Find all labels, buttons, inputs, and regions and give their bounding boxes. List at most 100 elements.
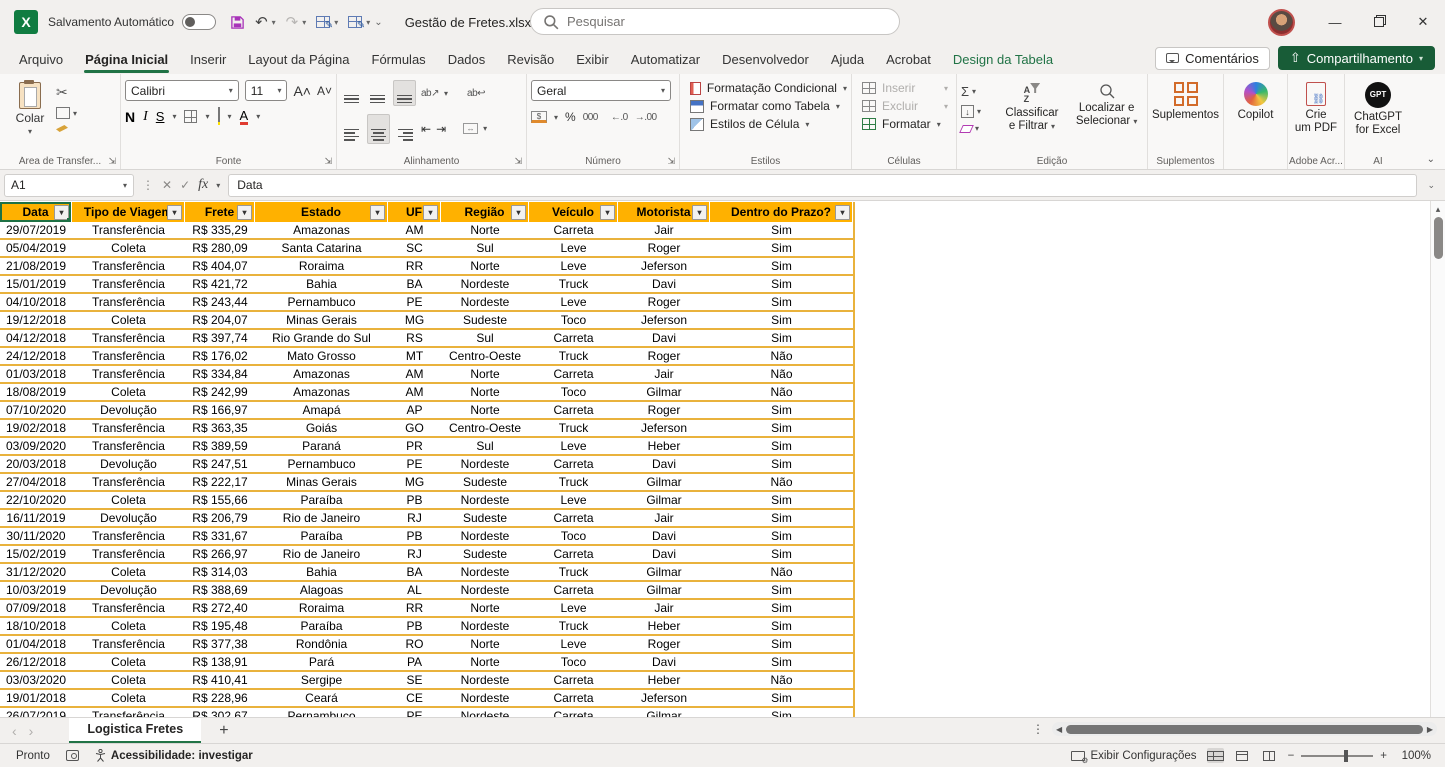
table-cell[interactable]: R$ 243,44	[185, 294, 255, 310]
table-cell[interactable]: RS	[388, 330, 441, 346]
table-cell[interactable]: R$ 388,69	[185, 582, 255, 598]
table-cell[interactable]: Pará	[255, 654, 388, 670]
table-cell[interactable]: Não	[710, 348, 853, 364]
table-cell[interactable]: Leve	[529, 438, 618, 454]
merge-center-icon[interactable]: ↔	[463, 123, 478, 134]
table-cell[interactable]: PE	[388, 294, 441, 310]
table-cell[interactable]: Amazonas	[255, 366, 388, 382]
table-cell[interactable]: PE	[388, 708, 441, 717]
orientation-button[interactable]: ab↗	[421, 88, 439, 99]
table-cell[interactable]: Leve	[529, 492, 618, 508]
table-cell[interactable]: Rio Grande do Sul	[255, 330, 388, 346]
column-header[interactable]: Motorista▾	[618, 202, 710, 222]
table-cell[interactable]: Coleta	[72, 564, 185, 580]
table-cell[interactable]: Nordeste	[441, 690, 529, 706]
copy-icon[interactable]	[56, 107, 70, 119]
table-cell[interactable]: Devolução	[72, 402, 185, 418]
table-cell[interactable]: Roger	[618, 636, 710, 652]
table-cell[interactable]: Carreta	[529, 366, 618, 382]
format-as-table-button[interactable]: Formatar como Tabela ▾	[684, 99, 847, 113]
table-cell[interactable]: Centro-Oeste	[441, 420, 529, 436]
sheet-prev-icon[interactable]: ‹	[0, 723, 29, 739]
table-cell[interactable]: PA	[388, 654, 441, 670]
font-color-button[interactable]: A	[240, 108, 249, 125]
font-dialog-launcher-icon[interactable]: ⇲	[324, 156, 332, 167]
scroll-left-icon[interactable]: ◀	[1056, 725, 1062, 734]
filter-button-icon[interactable]: ▾	[511, 205, 526, 220]
borders-chevron-icon[interactable]: ▾	[205, 112, 209, 121]
table-cell[interactable]: Coleta	[72, 240, 185, 256]
column-header[interactable]: Região▾	[441, 202, 529, 222]
table-cell[interactable]: Transferência	[72, 222, 185, 238]
cell-styles-button[interactable]: Estilos de Célula ▾	[684, 117, 847, 131]
table-cell[interactable]: Transferência	[72, 420, 185, 436]
table-cell[interactable]: Amapá	[255, 402, 388, 418]
chatgpt-button[interactable]: GPT ChatGPTfor Excel	[1354, 79, 1402, 137]
table-cell[interactable]: AL	[388, 582, 441, 598]
table-cell[interactable]: 01/03/2018	[0, 366, 72, 382]
table-cell[interactable]: Nordeste	[441, 708, 529, 717]
font-name-select[interactable]: Calibri▾	[125, 80, 239, 101]
drag-handle-icon[interactable]: ⋮	[142, 178, 154, 192]
table-cell[interactable]: Amazonas	[255, 384, 388, 400]
table-cell[interactable]: R$ 272,40	[185, 600, 255, 616]
bold-button[interactable]: N	[125, 109, 135, 125]
insert-function-icon[interactable]: fx	[198, 177, 208, 193]
table-cell[interactable]: PB	[388, 492, 441, 508]
table-cell[interactable]: R$ 176,02	[185, 348, 255, 364]
table-cell[interactable]: PE	[388, 456, 441, 472]
table-cell[interactable]: Gilmar	[618, 384, 710, 400]
table-cell[interactable]: Pernambuco	[255, 456, 388, 472]
table-cell[interactable]: R$ 242,99	[185, 384, 255, 400]
table-cell[interactable]: Heber	[618, 618, 710, 634]
table-cell[interactable]: RO	[388, 636, 441, 652]
table-cell[interactable]: R$ 421,72	[185, 276, 255, 292]
zoom-slider-thumb[interactable]	[1344, 750, 1348, 762]
table-cell[interactable]: R$ 155,66	[185, 492, 255, 508]
table-cell[interactable]: Paraíba	[255, 618, 388, 634]
comma-style-button[interactable]: 000	[583, 112, 598, 123]
qat-overflow-icon[interactable]: ⌄	[374, 17, 382, 28]
table-cell[interactable]: Não	[710, 384, 853, 400]
table-cell[interactable]: Nordeste	[441, 672, 529, 688]
table-cell[interactable]: Carreta	[529, 510, 618, 526]
table-cell[interactable]: Transferência	[72, 546, 185, 562]
table-cell[interactable]: GO	[388, 420, 441, 436]
ribbon-tab[interactable]: Arquivo	[8, 47, 74, 74]
table-cell[interactable]: 24/12/2018	[0, 348, 72, 364]
table-cell[interactable]: Nordeste	[441, 294, 529, 310]
table-cell[interactable]: Não	[710, 564, 853, 580]
table-cell[interactable]: Davi	[618, 456, 710, 472]
cancel-icon[interactable]: ✕	[162, 178, 172, 192]
collapse-ribbon-icon[interactable]: ⌄	[1427, 154, 1435, 165]
page-break-view-button[interactable]	[1261, 748, 1278, 763]
table-cell[interactable]: Sergipe	[255, 672, 388, 688]
format-table-icon[interactable]: ✎	[348, 16, 362, 28]
copilot-button[interactable]: Copilot	[1238, 79, 1274, 122]
table-cell[interactable]: Carreta	[529, 330, 618, 346]
table-cell[interactable]: PR	[388, 438, 441, 454]
table-cell[interactable]: Sim	[710, 546, 853, 562]
table-cell[interactable]: Norte	[441, 654, 529, 670]
find-select-button[interactable]: Localizar eSelecionar ▾	[1070, 80, 1143, 153]
fill-color-button[interactable]	[218, 108, 220, 125]
vertical-scroll-thumb[interactable]	[1434, 217, 1443, 259]
format-cells-button[interactable]: Formatar ▾	[856, 117, 952, 131]
table-cell[interactable]: 31/12/2020	[0, 564, 72, 580]
ribbon-tab[interactable]: Revisão	[496, 47, 565, 74]
sort-filter-button[interactable]: AZ Classificare Filtrar ▾	[998, 80, 1067, 153]
table-cell[interactable]: Sim	[710, 708, 853, 717]
sheet-next-icon[interactable]: ›	[29, 723, 46, 739]
table-cell[interactable]: Leve	[529, 294, 618, 310]
format-painter-icon[interactable]	[56, 125, 68, 132]
table-cell[interactable]: 10/03/2019	[0, 582, 72, 598]
table-cell[interactable]: R$ 389,59	[185, 438, 255, 454]
table-cell[interactable]: Santa Catarina	[255, 240, 388, 256]
table-cell[interactable]: BA	[388, 276, 441, 292]
table-style-icon[interactable]: ✎	[316, 16, 330, 28]
table-cell[interactable]: 15/01/2019	[0, 276, 72, 292]
table-cell[interactable]: Transferência	[72, 366, 185, 382]
close-button[interactable]: ✕	[1401, 0, 1445, 44]
table-cell[interactable]: Devolução	[72, 582, 185, 598]
zoom-out-button[interactable]: −	[1288, 750, 1295, 762]
